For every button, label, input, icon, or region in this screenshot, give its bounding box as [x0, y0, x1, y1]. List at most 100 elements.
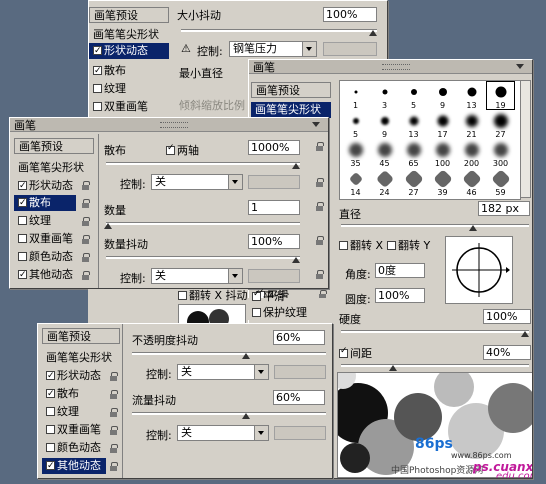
sidebar-item-texture[interactable]: 纹理 [14, 213, 90, 229]
flow-jitter-input[interactable]: 60% [273, 390, 325, 405]
lock-icon[interactable] [110, 390, 118, 399]
brush-preset-20[interactable]: 27 [400, 169, 427, 197]
brush-preset-2[interactable]: 5 [400, 82, 427, 110]
brush-preset-10[interactable]: 21 [458, 111, 485, 139]
brush-preset-22[interactable]: 46 [458, 169, 485, 197]
lock-icon[interactable] [82, 199, 90, 208]
panel-title-bar[interactable]: 画笔 [249, 60, 532, 74]
brush-preset-9[interactable]: 17 [429, 111, 456, 139]
angle-roundness-widget[interactable] [445, 236, 513, 304]
brush-preset-4[interactable]: 13 [458, 82, 485, 110]
lock-icon[interactable] [316, 236, 324, 245]
sidebar-item-brush-presets[interactable]: 画笔预设 [251, 82, 331, 98]
control-select[interactable]: 关 [177, 364, 269, 380]
checkbox[interactable] [18, 267, 27, 283]
count-slider[interactable] [106, 222, 300, 225]
lock-icon[interactable] [82, 253, 90, 262]
lock-icon[interactable] [316, 270, 324, 279]
sidebar-item-color-dynamics[interactable]: 颜色动态 [14, 249, 90, 265]
sidebar-item-color-dynamics[interactable]: 颜色动态 [42, 440, 118, 456]
lock-icon[interactable] [110, 462, 118, 471]
sidebar-item-texture[interactable]: 纹理 [42, 404, 118, 420]
checkbox[interactable] [252, 289, 261, 301]
sidebar-item-dual-brush[interactable]: 双重画笔 [42, 422, 118, 438]
brush-preset-5[interactable]: 19 [486, 81, 515, 110]
count-jitter-input[interactable]: 100% [248, 234, 300, 249]
flow-jitter-slider[interactable] [132, 412, 326, 415]
lock-icon[interactable] [316, 142, 324, 151]
sidebar-item-shape-dynamics[interactable]: 形状动态 [14, 178, 90, 194]
checkbox[interactable] [18, 252, 27, 261]
sidebar-item-scatter[interactable]: 散布 [42, 386, 118, 402]
lock-icon[interactable] [82, 235, 90, 244]
panel-menu-icon[interactable] [516, 64, 524, 69]
chevron-down-icon[interactable] [254, 365, 268, 379]
flip-y-checkbox[interactable]: 翻转 Y [387, 237, 430, 253]
brush-preset-1[interactable]: 3 [371, 82, 398, 110]
brush-preset-0[interactable]: 1 [342, 82, 369, 110]
diameter-slider[interactable] [341, 224, 529, 227]
lock-icon[interactable] [82, 181, 90, 190]
checkbox[interactable] [339, 241, 348, 250]
checkbox[interactable] [252, 308, 261, 317]
checkbox[interactable] [339, 346, 348, 358]
lock-icon[interactable] [110, 444, 118, 453]
brush-preset-14[interactable]: 65 [400, 140, 427, 168]
brush-preset-19[interactable]: 24 [371, 169, 398, 197]
sidebar-item-other-dynamics[interactable]: 其他动态 [14, 267, 90, 283]
checkbox[interactable] [18, 234, 27, 243]
checkbox[interactable] [46, 458, 55, 474]
hardness-input[interactable]: 100% [483, 309, 531, 324]
count-jitter-slider-thumb[interactable] [292, 257, 300, 263]
lock-icon[interactable] [110, 426, 118, 435]
diameter-input[interactable]: 182 px [478, 201, 530, 216]
size-jitter-input[interactable]: 100% [323, 7, 377, 22]
checkbox[interactable] [93, 102, 102, 111]
chevron-down-icon[interactable] [228, 175, 242, 189]
brush-preset-15[interactable]: 100 [429, 140, 456, 168]
checkbox[interactable] [18, 195, 27, 211]
chevron-down-icon[interactable] [228, 269, 242, 283]
spacing-slider-thumb[interactable] [389, 365, 397, 371]
sidebar-item-texture[interactable]: 纹理 [89, 81, 169, 97]
spacing-checkbox[interactable]: 间距 [339, 345, 372, 361]
count-jitter-slider[interactable] [106, 256, 300, 259]
scatter-slider-thumb[interactable] [292, 163, 300, 169]
protect-texture-checkbox[interactable]: 保护纹理 [252, 304, 307, 320]
chevron-down-icon[interactable] [254, 426, 268, 440]
flow-jitter-slider-thumb[interactable] [242, 413, 250, 419]
lock-icon[interactable] [316, 178, 324, 187]
checkbox[interactable] [166, 143, 175, 155]
brush-preset-23[interactable]: 59 [487, 169, 514, 197]
flip-x-jitter-checkbox[interactable]: 翻转 X 抖动 [178, 287, 248, 303]
control2-select[interactable]: 关 [177, 425, 269, 441]
opacity-jitter-slider-thumb[interactable] [242, 353, 250, 359]
chevron-down-icon[interactable] [302, 42, 316, 56]
brush-preset-8[interactable]: 13 [400, 111, 427, 139]
lock-icon[interactable] [316, 202, 324, 211]
flip-x-checkbox[interactable]: 翻转 X [339, 237, 383, 253]
brush-preset-12[interactable]: 35 [342, 140, 369, 168]
both-axes-checkbox[interactable]: 两轴 [166, 142, 199, 158]
lock-icon[interactable] [82, 271, 90, 280]
checkbox[interactable] [46, 443, 55, 452]
lock-icon[interactable] [110, 408, 118, 417]
sidebar-item-other-dynamics[interactable]: 其他动态 [42, 458, 106, 474]
hardness-slider-thumb[interactable] [521, 331, 529, 337]
control-select[interactable]: 关 [151, 174, 243, 190]
checkbox[interactable] [46, 386, 55, 402]
checkbox[interactable] [18, 216, 27, 225]
sidebar-item-brush-tip-shape[interactable]: 画笔笔尖形状 [42, 350, 124, 366]
sidebar-item-brush-tip-shape[interactable]: 画笔笔尖形状 [14, 160, 96, 176]
sidebar-item-brush-presets[interactable]: 画笔预设 [42, 328, 120, 344]
size-jitter-slider[interactable] [181, 29, 377, 32]
lock-icon[interactable] [82, 217, 90, 226]
spacing-input[interactable]: 40% [483, 345, 531, 360]
brush-preset-21[interactable]: 39 [429, 169, 456, 197]
count-slider-thumb[interactable] [104, 223, 112, 229]
brush-preset-18[interactable]: 14 [342, 169, 369, 197]
sidebar-item-brush-tip-shape[interactable]: 画笔笔尖形状 [251, 102, 331, 118]
size-jitter-slider-thumb[interactable] [369, 30, 377, 36]
brush-preset-6[interactable]: 5 [342, 111, 369, 139]
brush-preset-11[interactable]: 27 [487, 111, 514, 139]
